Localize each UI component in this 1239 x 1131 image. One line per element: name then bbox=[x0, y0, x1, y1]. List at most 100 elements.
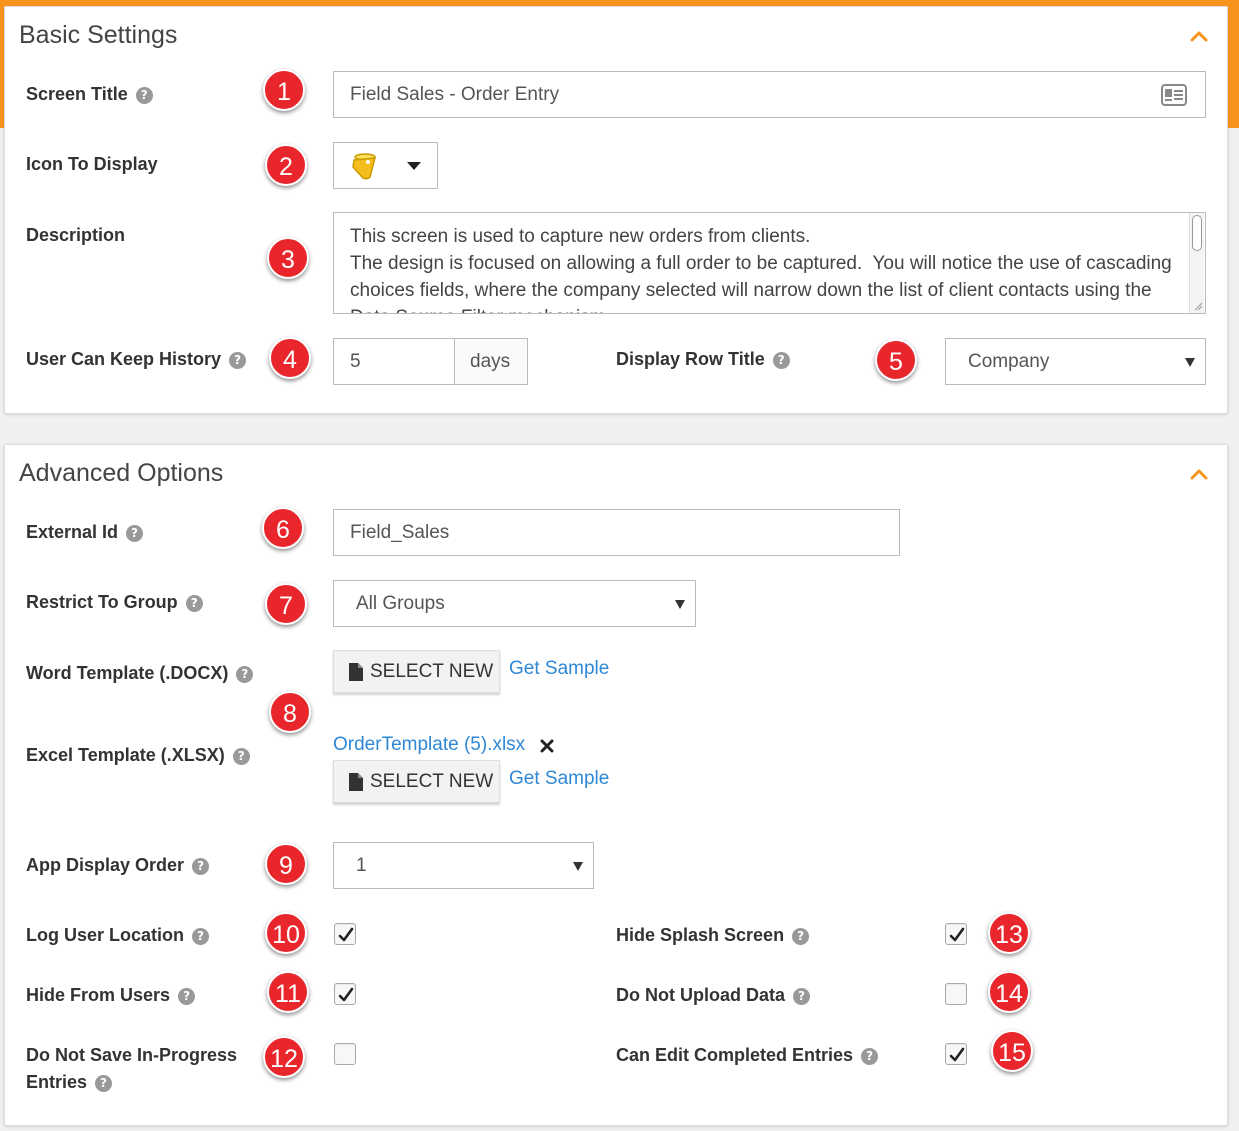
callout-badge-15: 15 bbox=[991, 1030, 1033, 1072]
callout-badge-2: 2 bbox=[265, 144, 307, 186]
description-scrollbar[interactable] bbox=[1189, 213, 1204, 313]
help-icon[interactable]: ? bbox=[232, 748, 250, 765]
help-icon[interactable]: ? bbox=[229, 352, 247, 369]
no-save-progress-checkbox[interactable] bbox=[334, 1043, 356, 1065]
hide-splash-checkbox[interactable] bbox=[945, 923, 967, 945]
hide-from-users-label: Hide From Users? bbox=[26, 982, 196, 1009]
callout-badge-6: 6 bbox=[262, 507, 304, 549]
file-icon bbox=[349, 772, 363, 791]
advanced-options-panel: Advanced Options External Id? 6 Field_Sa… bbox=[4, 444, 1228, 1126]
help-icon[interactable]: ? bbox=[192, 858, 210, 875]
restrict-group-value: All Groups bbox=[356, 592, 445, 614]
restrict-group-select[interactable]: All Groups bbox=[333, 580, 696, 627]
log-location-label-text: Log User Location bbox=[26, 925, 185, 945]
help-icon[interactable]: ? bbox=[793, 988, 810, 1005]
row-title-label-text: Display Row Title bbox=[616, 349, 765, 369]
select-arrow-icon bbox=[573, 861, 583, 871]
excel-select-new-button[interactable]: SELECT NEW bbox=[333, 760, 500, 803]
price-tag-icon bbox=[352, 152, 376, 180]
icon-picker-dropdown[interactable] bbox=[333, 142, 438, 189]
callout-badge-5: 5 bbox=[875, 339, 917, 381]
description-textarea[interactable]: This screen is used to capture new order… bbox=[333, 212, 1206, 314]
excel-template-label: Excel Template (.XLSX)? bbox=[26, 742, 250, 769]
callout-badge-4: 4 bbox=[269, 337, 311, 379]
hide-splash-label: Hide Splash Screen? bbox=[616, 922, 810, 949]
help-icon[interactable]: ? bbox=[185, 595, 203, 612]
restrict-group-label-text: Restrict To Group bbox=[26, 592, 178, 612]
hide-from-users-label-text: Hide From Users bbox=[26, 985, 171, 1005]
caret-down-icon bbox=[407, 162, 421, 170]
help-icon[interactable]: ? bbox=[192, 928, 210, 945]
external-id-label: External Id? bbox=[26, 519, 144, 546]
callout-badge-1: 1 bbox=[263, 69, 305, 111]
display-order-select[interactable]: 1 bbox=[333, 842, 594, 889]
log-location-label: Log User Location? bbox=[26, 922, 210, 949]
hide-from-users-checkbox[interactable] bbox=[334, 983, 356, 1005]
help-icon[interactable]: ? bbox=[178, 988, 196, 1005]
keep-history-days-input[interactable]: 5 bbox=[333, 338, 455, 385]
no-upload-checkbox[interactable] bbox=[945, 983, 967, 1005]
edit-completed-checkbox[interactable] bbox=[945, 1043, 967, 1065]
resize-handle-icon[interactable] bbox=[1193, 301, 1203, 311]
file-icon bbox=[349, 662, 363, 681]
callout-badge-8: 8 bbox=[269, 691, 311, 733]
callout-badge-13: 13 bbox=[988, 912, 1030, 954]
word-select-new-label: SELECT NEW bbox=[370, 660, 494, 682]
word-select-new-button[interactable]: SELECT NEW bbox=[333, 650, 500, 693]
no-save-progress-label-line2: Entries bbox=[26, 1072, 88, 1092]
excel-select-new-label: SELECT NEW bbox=[370, 770, 494, 792]
help-icon[interactable]: ? bbox=[792, 928, 810, 945]
log-location-checkbox[interactable] bbox=[334, 923, 356, 945]
callout-badge-14: 14 bbox=[988, 971, 1030, 1013]
screen-title-label-text: Screen Title bbox=[26, 84, 128, 104]
no-save-progress-label: Do Not Save In-Progress Entries? bbox=[26, 1042, 237, 1096]
callout-badge-10: 10 bbox=[265, 912, 307, 954]
help-icon[interactable]: ? bbox=[772, 352, 790, 369]
row-title-label: Display Row Title? bbox=[616, 346, 790, 373]
checkmark-icon bbox=[338, 927, 354, 942]
external-id-input[interactable]: Field_Sales bbox=[333, 509, 900, 556]
display-order-label: App Display Order? bbox=[26, 852, 210, 879]
display-order-value: 1 bbox=[356, 854, 367, 876]
help-icon[interactable]: ? bbox=[861, 1048, 879, 1065]
help-icon[interactable]: ? bbox=[126, 525, 144, 542]
basic-settings-panel: Basic Settings Screen Title? 1 Field Sal… bbox=[4, 6, 1228, 414]
external-id-value: Field_Sales bbox=[350, 521, 450, 543]
no-upload-label: Do Not Upload Data? bbox=[616, 982, 810, 1009]
icon-to-display-label: Icon To Display bbox=[26, 154, 158, 174]
callout-badge-9: 9 bbox=[265, 843, 307, 885]
collapse-chevron-icon[interactable] bbox=[1189, 467, 1209, 481]
no-save-progress-label-line1: Do Not Save In-Progress bbox=[26, 1045, 238, 1065]
word-get-sample-link[interactable]: Get Sample bbox=[509, 658, 609, 680]
excel-template-label-text: Excel Template (.XLSX) bbox=[26, 745, 225, 765]
checkmark-icon bbox=[338, 987, 354, 1002]
help-icon[interactable]: ? bbox=[236, 666, 254, 683]
select-arrow-icon bbox=[675, 599, 685, 609]
no-upload-label-text: Do Not Upload Data bbox=[616, 985, 785, 1005]
keep-history-label: User Can Keep History? bbox=[26, 346, 247, 373]
screen-title-input[interactable]: Field Sales - Order Entry bbox=[333, 71, 1206, 118]
checkmark-icon bbox=[949, 1047, 965, 1062]
days-unit-text: days bbox=[470, 350, 511, 372]
keep-history-value: 5 bbox=[350, 350, 361, 372]
word-template-label-text: Word Template (.DOCX) bbox=[26, 663, 229, 683]
collapse-chevron-icon[interactable] bbox=[1189, 29, 1209, 43]
checkmark-icon bbox=[949, 927, 965, 942]
screen-title-label: Screen Title? bbox=[26, 81, 153, 108]
help-icon[interactable]: ? bbox=[95, 1075, 113, 1092]
basic-settings-title: Basic Settings bbox=[19, 21, 178, 49]
callout-badge-12: 12 bbox=[263, 1036, 305, 1078]
excel-get-sample-link[interactable]: Get Sample bbox=[509, 768, 609, 790]
display-order-label-text: App Display Order bbox=[26, 855, 185, 875]
callout-badge-7: 7 bbox=[265, 583, 307, 625]
remove-file-icon[interactable] bbox=[540, 739, 554, 753]
excel-template-file-link[interactable]: OrderTemplate (5).xlsx bbox=[333, 734, 525, 756]
scrollbar-thumb[interactable] bbox=[1192, 215, 1202, 251]
row-title-select[interactable]: Company bbox=[945, 338, 1206, 385]
hide-splash-label-text: Hide Splash Screen bbox=[616, 925, 785, 945]
advanced-options-title: Advanced Options bbox=[19, 459, 224, 487]
id-card-icon[interactable] bbox=[1161, 84, 1187, 106]
help-icon[interactable]: ? bbox=[135, 87, 153, 104]
callout-badge-11: 11 bbox=[267, 971, 309, 1013]
screen-title-value: Field Sales - Order Entry bbox=[350, 83, 560, 105]
